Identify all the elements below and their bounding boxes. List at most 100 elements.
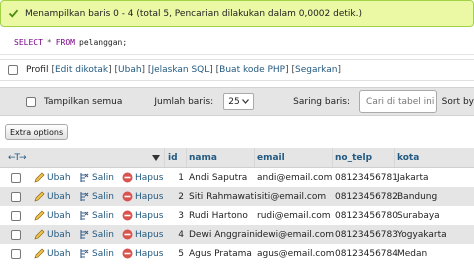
- explain-sql-link[interactable]: Jelaskan SQL: [151, 65, 209, 75]
- cell-no-telp: 08123456784: [335, 248, 398, 259]
- column-divider: [164, 148, 165, 167]
- row-checkbox[interactable]: [11, 191, 21, 202]
- copy-icon: [78, 248, 90, 260]
- edit-label: Ubah: [47, 191, 71, 202]
- cell-kota: Yogyakarta: [397, 229, 447, 240]
- edit-label: Ubah: [47, 248, 71, 259]
- separator: ] [: [141, 65, 152, 75]
- table-row: Ubah Salin Hapus 4 Dewi Anggraini dewi@e…: [0, 225, 474, 244]
- show-all-label: Tampilkan semua: [44, 96, 123, 107]
- row-checkbox[interactable]: [11, 172, 21, 183]
- copy-icon: [78, 172, 90, 184]
- delete-label: Hapus: [135, 229, 164, 240]
- copy-icon: [78, 229, 90, 241]
- pencil-icon: [33, 172, 45, 184]
- pencil-icon: [33, 229, 45, 241]
- copy-label: Salin: [92, 172, 114, 183]
- table-row: Ubah Salin Hapus 2 Siti Rahmawati siti@e…: [0, 187, 474, 206]
- edit-label: Ubah: [47, 210, 71, 221]
- cell-id: 5: [178, 248, 184, 259]
- separator: ] [: [209, 65, 220, 75]
- delete-icon: [121, 172, 133, 184]
- sql-from-keyword: FROM: [55, 38, 75, 47]
- chevron-down-icon: [242, 97, 250, 107]
- column-header-no-telp[interactable]: no_telp: [335, 148, 372, 167]
- extra-options-button[interactable]: Extra options: [5, 124, 69, 140]
- sort-caret-icon[interactable]: [152, 148, 160, 167]
- edit-row-button[interactable]: Ubah: [33, 244, 71, 263]
- delete-label: Hapus: [135, 191, 164, 202]
- delete-row-button[interactable]: Hapus: [121, 225, 163, 244]
- cell-email: rudi@email.com: [257, 210, 331, 221]
- column-header-kota[interactable]: kota: [397, 148, 419, 167]
- cell-id: 2: [178, 191, 184, 202]
- row-checkbox[interactable]: [11, 210, 21, 221]
- table-header-row: ←T→ id nama email no_telp kota: [0, 148, 474, 168]
- copy-row-button[interactable]: Salin: [78, 168, 114, 187]
- filter-rows-label: Saring baris:: [293, 96, 351, 107]
- copy-row-button[interactable]: Salin: [78, 187, 114, 206]
- edit-label: Ubah: [47, 229, 71, 240]
- copy-label: Salin: [92, 191, 114, 202]
- delete-row-button[interactable]: Hapus: [121, 206, 163, 225]
- column-header-nama[interactable]: nama: [189, 148, 217, 167]
- sql-select-keyword: SELECT: [14, 38, 43, 47]
- column-header-id[interactable]: id: [168, 148, 178, 167]
- column-arrows-icon[interactable]: ←T→: [8, 148, 27, 167]
- copy-label: Salin: [92, 248, 114, 259]
- results-table: ←T→ id nama email no_telp kota Ubah Sali…: [0, 148, 474, 263]
- create-php-code-link[interactable]: Buat kode PHP: [219, 65, 285, 75]
- edit-link[interactable]: Ubah: [118, 65, 142, 75]
- query-toolbar: Profil [ Edit dikotak ] [ Ubah ] [ Jelas…: [0, 59, 474, 81]
- delete-row-button[interactable]: Hapus: [121, 168, 163, 187]
- edit-row-button[interactable]: Ubah: [33, 168, 71, 187]
- delete-row-button[interactable]: Hapus: [121, 244, 163, 263]
- column-header-email[interactable]: email: [257, 148, 285, 167]
- delete-row-button[interactable]: Hapus: [121, 187, 163, 206]
- rows-count-label: Jumlah baris:: [154, 96, 214, 107]
- cell-nama: Siti Rahmawati: [189, 191, 257, 202]
- edit-inline-link[interactable]: Edit dikotak: [55, 65, 108, 75]
- filter-rows-input[interactable]: Cari di tabel ini: [359, 90, 437, 113]
- cell-kota: Jakarta: [397, 172, 429, 183]
- cell-no-telp: 08123456783: [335, 229, 398, 240]
- cell-kota: Medan: [397, 248, 428, 259]
- row-checkbox[interactable]: [11, 248, 21, 259]
- cell-email: agus@email.com: [257, 248, 335, 259]
- success-message: Menampilkan baris 0 - 4 (total 5, Pencar…: [0, 0, 474, 27]
- pencil-icon: [33, 210, 45, 222]
- edit-row-button[interactable]: Ubah: [33, 187, 71, 206]
- edit-row-button[interactable]: Ubah: [33, 206, 71, 225]
- delete-label: Hapus: [135, 210, 164, 221]
- delete-icon: [121, 210, 133, 222]
- copy-row-button[interactable]: Salin: [78, 244, 114, 263]
- row-checkbox[interactable]: [11, 229, 21, 240]
- cell-id: 1: [178, 172, 184, 183]
- cell-nama: Andi Saputra: [189, 172, 248, 183]
- delete-icon: [121, 229, 133, 241]
- refresh-link[interactable]: Segarkan: [295, 65, 337, 75]
- separator: ] [: [285, 65, 295, 75]
- show-all-checkbox[interactable]: [26, 96, 36, 107]
- cell-id: 3: [178, 210, 184, 221]
- delete-icon: [121, 248, 133, 260]
- delete-icon: [121, 191, 133, 203]
- pencil-icon: [33, 248, 45, 260]
- cell-no-telp: 08123456780: [335, 210, 398, 221]
- copy-row-button[interactable]: Salin: [78, 225, 114, 244]
- separator: ] [: [108, 65, 119, 75]
- column-divider: [332, 148, 333, 167]
- table-row: Ubah Salin Hapus 1 Andi Saputra andi@ema…: [0, 168, 474, 187]
- column-divider: [394, 148, 395, 167]
- cell-kota: Bandung: [397, 191, 438, 202]
- edit-row-button[interactable]: Ubah: [33, 225, 71, 244]
- cell-nama: Agus Pratama: [189, 248, 252, 259]
- delete-label: Hapus: [135, 172, 164, 183]
- profile-label: Profil: [26, 65, 49, 75]
- sql-query: SELECT * FROM pelanggan;: [0, 31, 474, 55]
- separator: ]: [337, 65, 341, 75]
- cell-no-telp: 08123456782: [335, 191, 398, 202]
- copy-row-button[interactable]: Salin: [78, 206, 114, 225]
- rows-count-select[interactable]: 25: [223, 93, 255, 110]
- profile-checkbox[interactable]: [8, 65, 18, 75]
